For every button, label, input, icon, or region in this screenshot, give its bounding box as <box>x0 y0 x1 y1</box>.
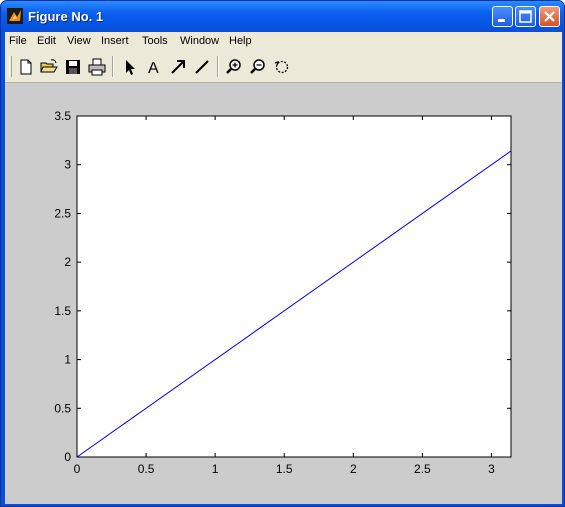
toolbar-separator <box>112 56 114 77</box>
minimize-icon <box>498 19 505 22</box>
title-bar[interactable]: Figure No. 1 <box>1 1 564 32</box>
x-tick-label: 2 <box>350 462 357 476</box>
y-tick-label: 1 <box>64 353 71 367</box>
y-tick-label: 2.5 <box>54 206 71 220</box>
arrow-icon[interactable] <box>168 57 188 77</box>
y-tick-label: 3 <box>64 158 71 172</box>
toolbar: A <box>5 52 562 83</box>
x-tick-label: 0.5 <box>138 462 155 476</box>
y-tick-label: 1.5 <box>54 304 71 318</box>
x-tick-label: 1 <box>212 462 219 476</box>
save-icon[interactable] <box>63 57 83 77</box>
plot-area: 0 0.5 1 1.5 2 2.5 3 0 0.5 1 1.5 2 2.5 3 3.5 <box>54 109 512 476</box>
line-icon[interactable] <box>192 57 212 77</box>
x-tick-label: 3 <box>488 462 495 476</box>
menu-help[interactable]: Help <box>229 35 252 47</box>
print-icon[interactable] <box>87 57 107 77</box>
axes-box <box>76 115 512 458</box>
new-file-icon[interactable] <box>16 57 36 77</box>
arrow-select-icon[interactable] <box>120 57 140 77</box>
minimize-button[interactable] <box>492 6 513 27</box>
x-tick-label: 2.5 <box>414 462 431 476</box>
maximize-button[interactable] <box>515 6 536 27</box>
close-button[interactable] <box>539 6 560 27</box>
menu-edit[interactable]: Edit <box>37 35 56 47</box>
toolbar-grip[interactable] <box>9 56 12 77</box>
open-folder-icon[interactable] <box>39 57 59 77</box>
menu-window[interactable]: Window <box>180 35 219 47</box>
y-tick-label: 3.5 <box>54 109 71 123</box>
menu-bar: File Edit View Insert Tools Window Help <box>5 32 562 52</box>
menu-view[interactable]: View <box>67 35 91 47</box>
zoom-in-icon[interactable] <box>224 57 244 77</box>
matlab-icon[interactable] <box>7 8 23 24</box>
figure-window: Figure No. 1 File Edit View Insert Tools… <box>0 0 565 507</box>
y-tick-label: 0 <box>64 450 71 464</box>
y-tick-label: 2 <box>64 255 71 269</box>
zoom-out-icon[interactable] <box>248 57 268 77</box>
svg-text:A: A <box>148 60 159 77</box>
menu-file[interactable]: File <box>9 35 27 47</box>
maximize-icon <box>519 10 532 23</box>
x-tick-label: 0 <box>74 462 81 476</box>
window-title: Figure No. 1 <box>28 9 104 24</box>
menu-tools[interactable]: Tools <box>142 35 168 47</box>
x-tick-label: 1.5 <box>276 462 293 476</box>
text-icon[interactable]: A <box>144 57 164 77</box>
figure-canvas: 0 0.5 1 1.5 2 2.5 3 0 0.5 1 1.5 2 2.5 3 3.5 <box>5 83 562 504</box>
rotate-icon[interactable] <box>272 57 292 77</box>
close-icon <box>544 11 555 22</box>
menu-insert[interactable]: Insert <box>101 35 129 47</box>
y-tick-label: 0.5 <box>54 401 71 415</box>
toolbar-separator <box>217 56 219 77</box>
